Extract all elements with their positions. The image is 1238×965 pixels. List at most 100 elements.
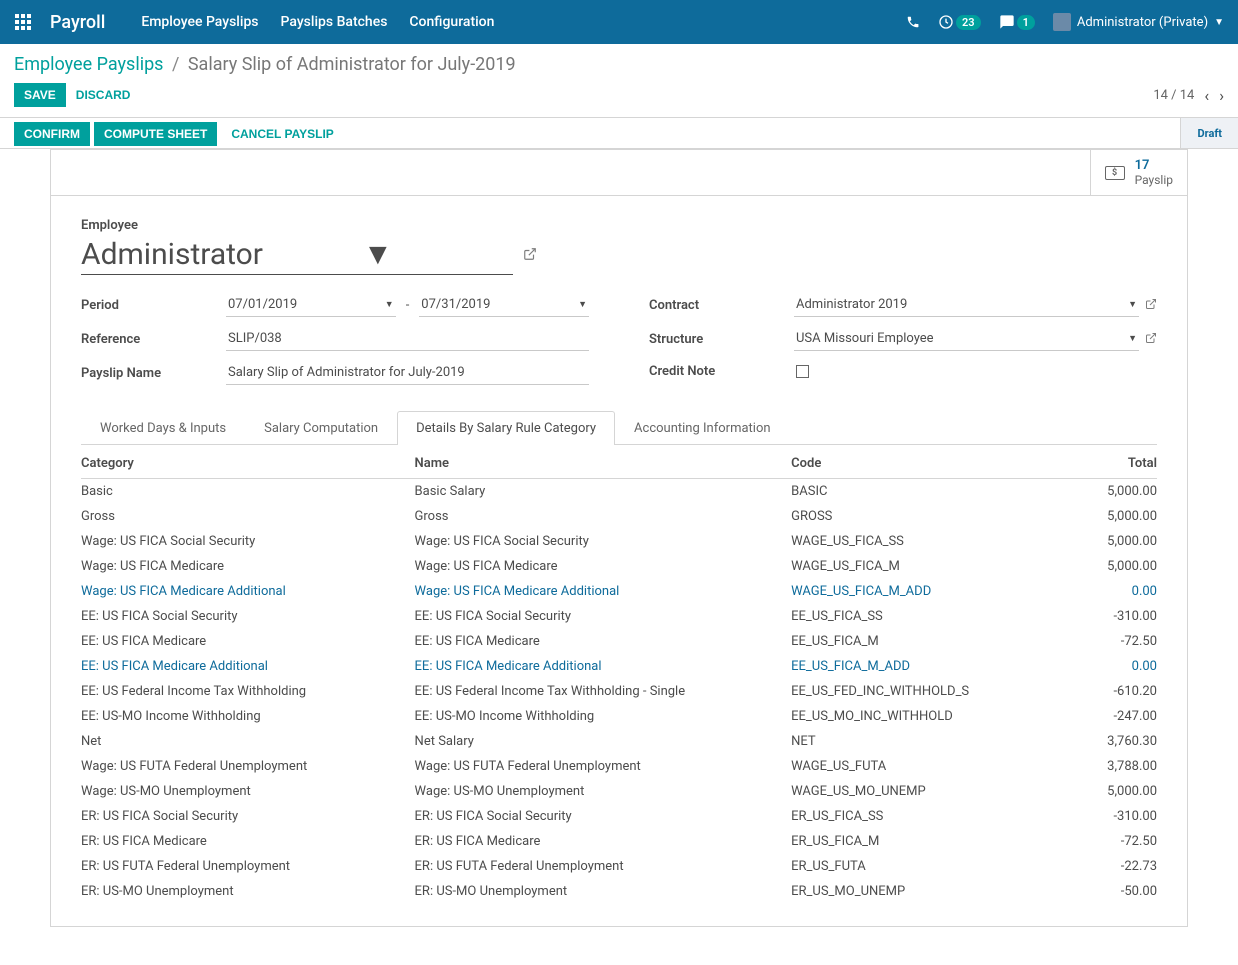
table-row[interactable]: ER: US FICA Social SecurityER: US FICA S… xyxy=(81,804,1157,829)
employee-field[interactable]: Administrator ▼ xyxy=(81,237,513,275)
period-from-field[interactable]: 07/01/2019▼ xyxy=(226,293,396,317)
apps-icon[interactable] xyxy=(14,13,32,31)
user-menu[interactable]: Administrator (Private) ▼ xyxy=(1053,13,1224,31)
structure-field[interactable]: USA Missouri Employee▼ xyxy=(794,327,1139,351)
table-row[interactable]: Wage: US FICA MedicareWage: US FICA Medi… xyxy=(81,554,1157,579)
reference-field[interactable]: SLIP/038 xyxy=(226,327,589,351)
cell-code: WAGE_US_FICA_SS xyxy=(791,529,1028,554)
table-row[interactable]: Wage: US FUTA Federal UnemploymentWage: … xyxy=(81,754,1157,779)
cell-total: 0.00 xyxy=(1028,654,1157,679)
status-stage[interactable]: Draft xyxy=(1197,127,1222,140)
breadcrumb-root[interactable]: Employee Payslips xyxy=(14,54,163,75)
cell-category: ER: US FICA Medicare xyxy=(81,829,415,854)
cell-code: WAGE_US_FUTA xyxy=(791,754,1028,779)
cell-total: -72.50 xyxy=(1028,629,1157,654)
table-row[interactable]: Wage: US-MO UnemploymentWage: US-MO Unem… xyxy=(81,779,1157,804)
payslip-stat-button[interactable]: $ 17 Payslip xyxy=(1090,150,1187,195)
table-row[interactable]: ER: US FICA MedicareER: US FICA Medicare… xyxy=(81,829,1157,854)
col-name[interactable]: Name xyxy=(415,449,792,479)
payslip-name-field[interactable]: Salary Slip of Administrator for July-20… xyxy=(226,361,589,385)
cell-name: EE: US FICA Social Security xyxy=(415,604,792,629)
table-row[interactable]: ER: US-MO UnemploymentER: US-MO Unemploy… xyxy=(81,879,1157,904)
col-category[interactable]: Category xyxy=(81,449,415,479)
cell-total: 5,000.00 xyxy=(1028,504,1157,529)
period-to-field[interactable]: 07/31/2019▼ xyxy=(419,293,589,317)
cell-name: Wage: US FUTA Federal Unemployment xyxy=(415,754,792,779)
pager: 14 / 14 ‹ › xyxy=(1153,86,1224,105)
table-row[interactable]: NetNet SalaryNET3,760.30 xyxy=(81,729,1157,754)
cell-name: EE: US FICA Medicare Additional xyxy=(415,654,792,679)
messages-icon[interactable]: 1 xyxy=(999,14,1035,30)
col-total[interactable]: Total xyxy=(1028,449,1157,479)
period-dash: - xyxy=(406,298,410,313)
contract-field[interactable]: Administrator 2019▼ xyxy=(794,293,1139,317)
cell-category: EE: US-MO Income Withholding xyxy=(81,704,415,729)
cell-category: Basic xyxy=(81,479,415,505)
cell-name: Wage: US FICA Medicare Additional xyxy=(415,579,792,604)
contract-label: Contract xyxy=(649,298,794,313)
cell-total: 3,788.00 xyxy=(1028,754,1157,779)
cell-category: Wage: US FUTA Federal Unemployment xyxy=(81,754,415,779)
messages-badge: 1 xyxy=(1017,15,1035,30)
table-row[interactable]: EE: US-MO Income WithholdingEE: US-MO In… xyxy=(81,704,1157,729)
tab-details-by-category[interactable]: Details By Salary Rule Category xyxy=(397,411,615,445)
confirm-button[interactable]: Confirm xyxy=(14,122,90,146)
money-icon: $ xyxy=(1105,166,1125,180)
cell-code: EE_US_FICA_SS xyxy=(791,604,1028,629)
cancel-payslip-button[interactable]: Cancel Payslip xyxy=(221,122,343,146)
table-row[interactable]: EE: US FICA MedicareEE: US FICA Medicare… xyxy=(81,629,1157,654)
pager-prev-icon[interactable]: ‹ xyxy=(1204,86,1209,105)
cell-name: Basic Salary xyxy=(415,479,792,505)
tab-worked-days[interactable]: Worked Days & Inputs xyxy=(81,411,245,445)
tab-bar: Worked Days & Inputs Salary Computation … xyxy=(81,411,1157,445)
table-row[interactable]: Wage: US FICA Medicare AdditionalWage: U… xyxy=(81,579,1157,604)
breadcrumb-separator: / xyxy=(172,54,179,75)
cell-category: ER: US FICA Social Security xyxy=(81,804,415,829)
col-code[interactable]: Code xyxy=(791,449,1028,479)
cell-code: WAGE_US_FICA_M xyxy=(791,554,1028,579)
external-link-icon[interactable] xyxy=(523,247,537,265)
cell-name: Gross xyxy=(415,504,792,529)
nav-link-payslips[interactable]: Employee Payslips xyxy=(141,14,258,30)
table-row[interactable]: Wage: US FICA Social SecurityWage: US FI… xyxy=(81,529,1157,554)
nav-links: Employee Payslips Payslips Batches Confi… xyxy=(141,14,494,30)
cell-name: Wage: US-MO Unemployment xyxy=(415,779,792,804)
chevron-down-icon: ▼ xyxy=(1128,333,1137,344)
cell-category: Wage: US FICA Social Security xyxy=(81,529,415,554)
save-button[interactable]: Save xyxy=(14,83,66,107)
app-title: Payroll xyxy=(50,12,105,33)
table-row[interactable]: EE: US FICA Medicare AdditionalEE: US FI… xyxy=(81,654,1157,679)
table-row[interactable]: ER: US FUTA Federal UnemploymentER: US F… xyxy=(81,854,1157,879)
activity-icon[interactable]: 23 xyxy=(938,14,981,30)
cell-code: EE_US_FICA_M_ADD xyxy=(791,654,1028,679)
details-table: Category Name Code Total BasicBasic Sala… xyxy=(81,449,1157,904)
cell-total: 5,000.00 xyxy=(1028,554,1157,579)
table-row[interactable]: EE: US Federal Income Tax WithholdingEE:… xyxy=(81,679,1157,704)
table-row[interactable]: EE: US FICA Social SecurityEE: US FICA S… xyxy=(81,604,1157,629)
compute-sheet-button[interactable]: Compute Sheet xyxy=(94,122,217,146)
cell-category: Net xyxy=(81,729,415,754)
tab-accounting-info[interactable]: Accounting Information xyxy=(615,411,790,445)
payslip-name-label: Payslip Name xyxy=(81,366,226,381)
status-stage-wrap: Draft xyxy=(1180,118,1238,148)
external-link-icon[interactable] xyxy=(1145,332,1157,347)
tab-salary-computation[interactable]: Salary Computation xyxy=(245,411,397,445)
cell-category: EE: US FICA Medicare Additional xyxy=(81,654,415,679)
cell-name: ER: US FICA Medicare xyxy=(415,829,792,854)
table-row[interactable]: BasicBasic SalaryBASIC5,000.00 xyxy=(81,479,1157,505)
discard-button[interactable]: Discard xyxy=(66,83,141,107)
external-link-icon[interactable] xyxy=(1145,298,1157,313)
nav-link-config[interactable]: Configuration xyxy=(409,14,494,30)
period-label: Period xyxy=(81,298,226,313)
credit-note-checkbox[interactable] xyxy=(796,365,809,378)
activity-badge: 23 xyxy=(956,15,981,30)
table-row[interactable]: GrossGrossGROSS5,000.00 xyxy=(81,504,1157,529)
pager-next-icon[interactable]: › xyxy=(1219,86,1224,105)
cell-category: ER: US FUTA Federal Unemployment xyxy=(81,854,415,879)
cell-name: EE: US-MO Income Withholding xyxy=(415,704,792,729)
form-sheet: $ 17 Payslip Employee Administrator ▼ xyxy=(50,149,1188,927)
cell-name: Wage: US FICA Social Security xyxy=(415,529,792,554)
phone-icon[interactable] xyxy=(906,15,920,29)
nav-link-batches[interactable]: Payslips Batches xyxy=(281,14,388,30)
cell-code: EE_US_FED_INC_WITHHOLD_S xyxy=(791,679,1028,704)
